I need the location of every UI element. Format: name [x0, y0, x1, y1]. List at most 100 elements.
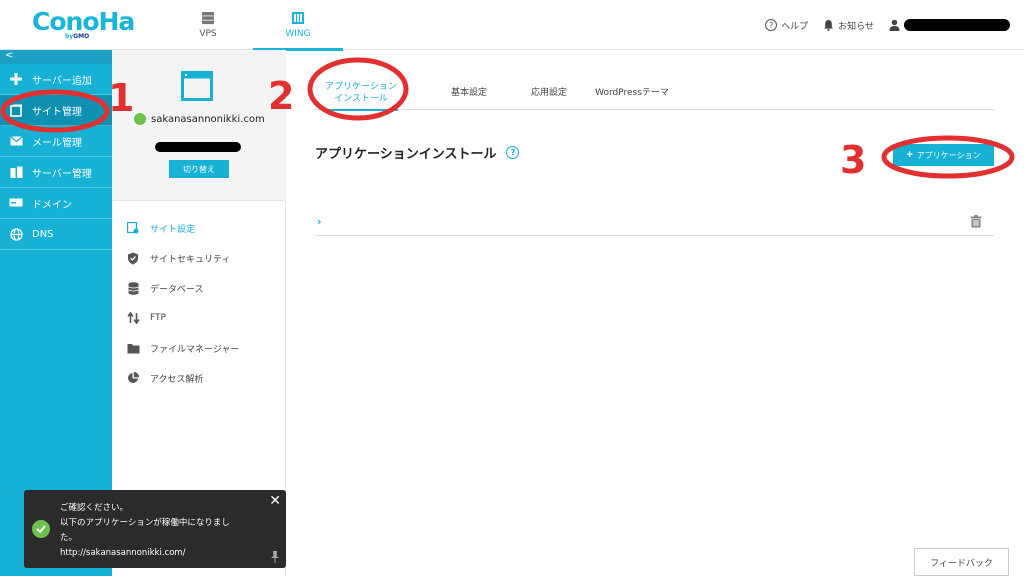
menu-item-label: FTP — [150, 313, 166, 323]
account-menu[interactable] — [889, 19, 1010, 31]
annotation-number-3: 3 — [840, 138, 867, 182]
toast-message: ご確認ください。 以下のアプリケーションが稼働中になりまし た。 http://… — [60, 501, 270, 561]
site-settings-icon — [126, 221, 140, 235]
tab-label-line2: インストール — [334, 94, 388, 104]
sidebar-item-domain[interactable]: ドメイン — [0, 188, 112, 219]
feedback-button[interactable]: フィードバック — [914, 548, 1009, 576]
pie-chart-icon — [126, 371, 140, 385]
menu-item-access-analytics[interactable]: アクセス解析 — [112, 363, 286, 393]
wing-icon — [292, 12, 304, 24]
domain-icon — [9, 196, 23, 210]
page-title: アプリケーションインストール ? — [315, 143, 520, 162]
switch-site-button[interactable]: 切り替え — [169, 160, 229, 178]
app-root: ConoHa byGMO VPS WING ? ヘルプ お知らせ < サーバー追… — [0, 0, 1024, 576]
bell-icon — [824, 20, 834, 31]
menu-item-ftp[interactable]: FTP — [112, 303, 286, 333]
top-header: ConoHa byGMO VPS WING ? ヘルプ お知らせ — [0, 0, 1024, 51]
menu-item-label: ファイルマネージャー — [150, 344, 240, 355]
tab-label: アプリケーション インストール — [325, 82, 397, 105]
close-icon[interactable]: ✕ — [269, 493, 281, 509]
check-circle-icon — [32, 520, 50, 538]
main-content: アプリケーション インストール 基本設定 応用設定 WordPressテーマ アプ… — [286, 50, 1024, 576]
sidebar-item-label: サイト管理 — [32, 106, 82, 118]
menu-item-site-security[interactable]: サイトセキュリティ — [112, 243, 286, 273]
toast-line: た。 — [60, 533, 78, 543]
header-right: ? ヘルプ お知らせ — [765, 0, 1010, 50]
sidebar-item-site-management[interactable]: サイト管理 — [0, 95, 112, 126]
power-status-icon — [134, 113, 146, 125]
server-stack-icon — [202, 12, 214, 25]
sidebar-item-mail-management[interactable]: メール管理 — [0, 126, 112, 157]
menu-item-label: サイト設定 — [150, 224, 196, 235]
toast-line: ご確認ください。 — [60, 503, 129, 513]
application-row[interactable]: › — [315, 208, 994, 236]
shield-icon — [126, 251, 140, 265]
notices-link[interactable]: お知らせ — [823, 19, 874, 32]
conoha-logo[interactable]: ConoHa byGMO — [32, 7, 135, 41]
globe-icon — [9, 227, 23, 241]
site-icon — [9, 103, 23, 117]
menu-item-site-settings[interactable]: サイト設定 — [112, 213, 286, 243]
help-link[interactable]: ? ヘルプ — [765, 19, 808, 32]
transfer-icon — [126, 311, 140, 325]
menu-item-file-manager[interactable]: ファイルマネージャー — [112, 333, 286, 363]
tab-label: 基本設定 — [450, 88, 487, 99]
toast-line: 以下のアプリケーションが稼働中になりまし — [60, 518, 230, 528]
browser-window-icon — [181, 71, 213, 101]
server-icon — [9, 165, 23, 179]
help-icon: ? — [765, 19, 778, 31]
database-icon — [126, 281, 140, 295]
sidebar-item-dns[interactable]: DNS — [0, 219, 112, 250]
add-application-label: アプリケーション — [916, 150, 981, 160]
tab-app-install[interactable]: アプリケーション インストール — [318, 78, 404, 111]
sidebar-item-add-server[interactable]: サーバー追加 — [0, 64, 112, 95]
logo-by: by — [65, 33, 74, 40]
site-card: sakanasannonikki.com 切り替え — [112, 50, 286, 201]
toast-url: http://sakanasannonikki.com/ — [60, 548, 186, 558]
nav-vps[interactable]: VPS — [168, 0, 248, 50]
add-application-button[interactable]: + アプリケーション — [893, 144, 994, 166]
tab-label-line1: アプリケーション — [325, 82, 397, 93]
sidebar-item-label: サーバー追加 — [32, 75, 92, 87]
site-menu: サイト設定 サイトセキュリティ データベース FTP ファイルマネージャー アク… — [112, 213, 286, 393]
help-question-icon[interactable]: ? — [506, 146, 520, 159]
redacted-username — [904, 19, 1010, 31]
menu-item-database[interactable]: データベース — [112, 273, 286, 303]
tab-label: 応用設定 — [530, 88, 567, 99]
plus-icon — [9, 72, 23, 86]
tab-label: WordPressテーマ — [595, 88, 669, 99]
mail-icon — [9, 134, 23, 148]
notices-label: お知らせ — [838, 21, 874, 32]
tab-wordpress-theme[interactable]: WordPressテーマ — [587, 78, 677, 110]
nav-vps-label: VPS — [199, 29, 217, 39]
sidebar-item-label: ドメイン — [32, 199, 72, 211]
logo-sub-text: byGMO — [65, 33, 89, 40]
sidebar-item-label: DNS — [32, 228, 54, 240]
help-label: ヘルプ — [781, 21, 809, 32]
logo-gmo: GMO — [73, 33, 90, 40]
annotation-number-2: 2 — [268, 74, 295, 118]
trash-icon[interactable] — [970, 215, 982, 228]
redacted-site-info — [155, 142, 241, 152]
menu-item-label: アクセス解析 — [150, 374, 204, 385]
pin-icon[interactable] — [270, 551, 280, 563]
nav-wing[interactable]: WING — [253, 0, 343, 51]
menu-item-label: データベース — [150, 284, 204, 295]
sidebar-collapse-toggle[interactable]: < — [0, 50, 112, 64]
tab-advanced-settings[interactable]: 応用設定 — [519, 78, 579, 110]
site-name: sakanasannonikki.com — [151, 113, 265, 125]
sidebar-item-label: メール管理 — [32, 137, 82, 149]
tab-basic-settings[interactable]: 基本設定 — [434, 78, 504, 110]
logo-main-text: ConoHa — [32, 7, 135, 36]
chevron-left-icon: < — [5, 50, 14, 61]
user-icon — [889, 19, 900, 31]
chevron-right-icon[interactable]: › — [317, 215, 322, 228]
nav-wing-label: WING — [285, 29, 311, 39]
site-name-row: sakanasannonikki.com — [134, 113, 265, 125]
success-toast: ご確認ください。 以下のアプリケーションが稼働中になりまし た。 http://… — [24, 490, 286, 568]
folder-icon — [126, 341, 140, 355]
settings-tabs: アプリケーション インストール 基本設定 応用設定 WordPressテーマ — [314, 78, 994, 111]
sidebar-item-label: サーバー管理 — [32, 168, 92, 180]
sidebar-item-server-management[interactable]: サーバー管理 — [0, 157, 112, 188]
plus-icon: + — [906, 149, 913, 161]
